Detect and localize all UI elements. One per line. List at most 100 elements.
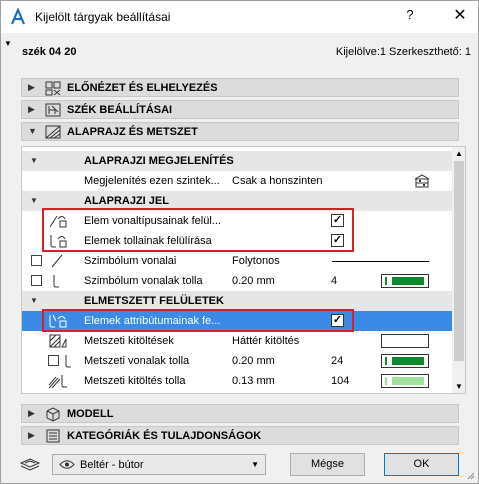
close-button[interactable]: ✕ (449, 5, 471, 27)
override-attributes-checkbox[interactable]: ✓ (331, 314, 344, 327)
pen-color-swatch[interactable] (381, 374, 429, 388)
expand-arrow-icon: ▶ (28, 408, 35, 418)
fill-preview-swatch[interactable] (381, 334, 429, 348)
categories-list-icon (46, 429, 60, 443)
lock-checkbox[interactable] (31, 275, 42, 286)
pen-color-swatch[interactable] (381, 274, 429, 288)
row-name: Szimbólum vonalak tolla (84, 275, 203, 287)
section-floorplan-section[interactable]: ▼ ALAPRAJZ ÉS METSZET (21, 122, 459, 141)
section-label: MODELL (67, 408, 114, 420)
panel-scrollbar[interactable]: ▲ ▼ (452, 147, 465, 393)
override-pens-row[interactable]: Elemek tollainak felülírása ✓ (22, 231, 452, 251)
collapse-arrow-icon: ▼ (30, 296, 38, 305)
layer-value: Beltér - bútor (80, 459, 144, 471)
line-icon (51, 254, 63, 268)
collapse-arrow-icon: ▼ (30, 196, 38, 205)
row-name: Elemek attribútumainak fe... (84, 315, 221, 327)
ok-button[interactable]: OK (384, 453, 459, 476)
expand-arrow-icon: ▶ (28, 82, 35, 92)
row-name: Elem vonaltípusainak felül... (84, 215, 221, 227)
symbol-line-pen-row[interactable]: Szimbólum vonalak tolla 0.20 mm 4 (22, 271, 452, 291)
help-button[interactable]: ? (401, 7, 419, 27)
group-label: ALAPRAJZI JEL (84, 195, 169, 207)
chevron-down-icon: ▼ (251, 460, 259, 469)
pen-color-tick (385, 377, 387, 385)
row-value: 0.20 mm (232, 275, 275, 287)
pen-color-fill (392, 277, 424, 285)
window-title: Kijelölt tárgyak beállításai (35, 10, 171, 24)
group-label: ALAPRAJZI MEGJELENÍTÉS (84, 155, 234, 167)
section-categories[interactable]: ▶ KATEGÓRIÁK ÉS TULAJDONSÁGOK (21, 426, 459, 445)
symbol-lines-row[interactable]: Szimbólum vonalai Folytonos (22, 251, 452, 271)
group-label: ELMETSZETT FELÜLETEK (84, 295, 224, 307)
attribute-override-icon (49, 314, 67, 328)
section-model[interactable]: ▶ MODELL (21, 404, 459, 423)
object-name: szék 04 20 (22, 46, 77, 58)
pen-icon (65, 355, 71, 368)
override-linetypes-checkbox[interactable]: ✓ (331, 214, 344, 227)
eye-icon (59, 460, 75, 469)
archicad-app-icon (10, 8, 26, 25)
row-value: 0.13 mm (232, 375, 275, 387)
section-label: ALAPRAJZ ÉS METSZET (67, 126, 198, 138)
expand-arrow-icon: ▶ (28, 430, 35, 440)
row-value: 0.20 mm (232, 355, 275, 367)
scroll-up-icon[interactable]: ▲ (455, 149, 463, 158)
collapse-header-icon[interactable]: ▼ (4, 39, 12, 48)
cut-fill-pen-row[interactable]: Metszeti kitöltés tolla 0.13 mm 104 (22, 371, 452, 391)
section-label: ELŐNÉZET ÉS ELHELYEZÉS (67, 82, 218, 94)
pen-color-fill (392, 377, 424, 385)
lock-checkbox[interactable] (31, 255, 42, 266)
group-cut-surfaces[interactable]: ▼ ELMETSZETT FELÜLETEK (22, 291, 452, 311)
chair-settings-icon (45, 103, 61, 117)
group-display[interactable]: ▼ ALAPRAJZI MEGJELENÍTÉS (22, 151, 452, 171)
row-value[interactable]: Háttér kitöltés (232, 335, 299, 347)
section-label: SZÉK BEÁLLÍTÁSAI (67, 104, 173, 116)
pen-color-swatch[interactable] (381, 354, 429, 368)
settings-dialog: Kijelölt tárgyak beállításai ? ✕ ▼ szék … (0, 0, 479, 484)
pen-number[interactable]: 4 (331, 275, 337, 287)
override-pens-checkbox[interactable]: ✓ (331, 234, 344, 247)
fill-pattern-icon (49, 334, 67, 348)
linetype-override-icon (49, 215, 67, 228)
floorplan-section-icon (45, 125, 61, 139)
selection-info: Kijelölve:1 Szerkeszthető: 1 (335, 46, 471, 58)
line-type-sample (332, 261, 429, 262)
display-floors-row[interactable]: Megjelenítés ezen szintek... Csak a hons… (22, 171, 452, 191)
row-name: Elemek tollainak felülírása (84, 235, 212, 247)
row-name: Szimbólum vonalai (84, 255, 177, 267)
resize-grip-icon[interactable] (465, 470, 475, 480)
section-label: KATEGÓRIÁK ÉS TULAJDONSÁGOK (67, 430, 262, 442)
section-chair-settings[interactable]: ▶ SZÉK BEÁLLÍTÁSAI (21, 100, 459, 119)
floorplan-settings-panel: ▼ ALAPRAJZI MEGJELENÍTÉS Megjelenítés ez… (21, 146, 466, 394)
story-building-icon[interactable] (414, 174, 430, 188)
layer-settings-icon[interactable] (19, 455, 41, 471)
collapse-arrow-icon: ▼ (28, 126, 37, 136)
pen-color-tick (385, 277, 387, 285)
section-preview-placement[interactable]: ▶ ELŐNÉZET ÉS ELHELYEZÉS (21, 78, 459, 97)
group-symbol[interactable]: ▼ ALAPRAJZI JEL (22, 191, 452, 211)
row-value[interactable]: Csak a honszinten (232, 175, 323, 187)
cut-fills-row[interactable]: Metszeti kitöltések Háttér kitöltés (22, 331, 452, 351)
hatch-pen-icon (48, 375, 67, 389)
override-linetypes-row[interactable]: Elem vonaltípusainak felül... ✓ (22, 211, 452, 231)
override-attributes-row[interactable]: Elemek attribútumainak fe... ✓ (22, 311, 452, 331)
preview-placement-icon (45, 81, 61, 96)
row-name: Megjelenítés ezen szintek... (84, 175, 220, 187)
pen-override-icon (50, 235, 67, 248)
model-cube-icon (46, 407, 60, 422)
pen-number[interactable]: 104 (331, 375, 349, 387)
scroll-thumb[interactable] (454, 161, 464, 361)
lock-checkbox[interactable] (48, 355, 59, 366)
pen-color-fill (392, 357, 424, 365)
layer-dropdown[interactable]: Beltér - bútor ▼ (52, 454, 266, 475)
row-value[interactable]: Folytonos (232, 255, 280, 267)
cancel-button[interactable]: Mégse (290, 453, 365, 476)
pen-color-tick (385, 357, 387, 365)
scroll-down-icon[interactable]: ▼ (455, 382, 463, 391)
row-name: Metszeti kitöltések (84, 335, 174, 347)
pen-number[interactable]: 24 (331, 355, 343, 367)
cut-line-pen-row[interactable]: Metszeti vonalak tolla 0.20 mm 24 (22, 351, 452, 371)
row-name: Metszeti kitöltés tolla (84, 375, 186, 387)
title-bar: Kijelölt tárgyak beállításai ? ✕ (1, 1, 478, 33)
